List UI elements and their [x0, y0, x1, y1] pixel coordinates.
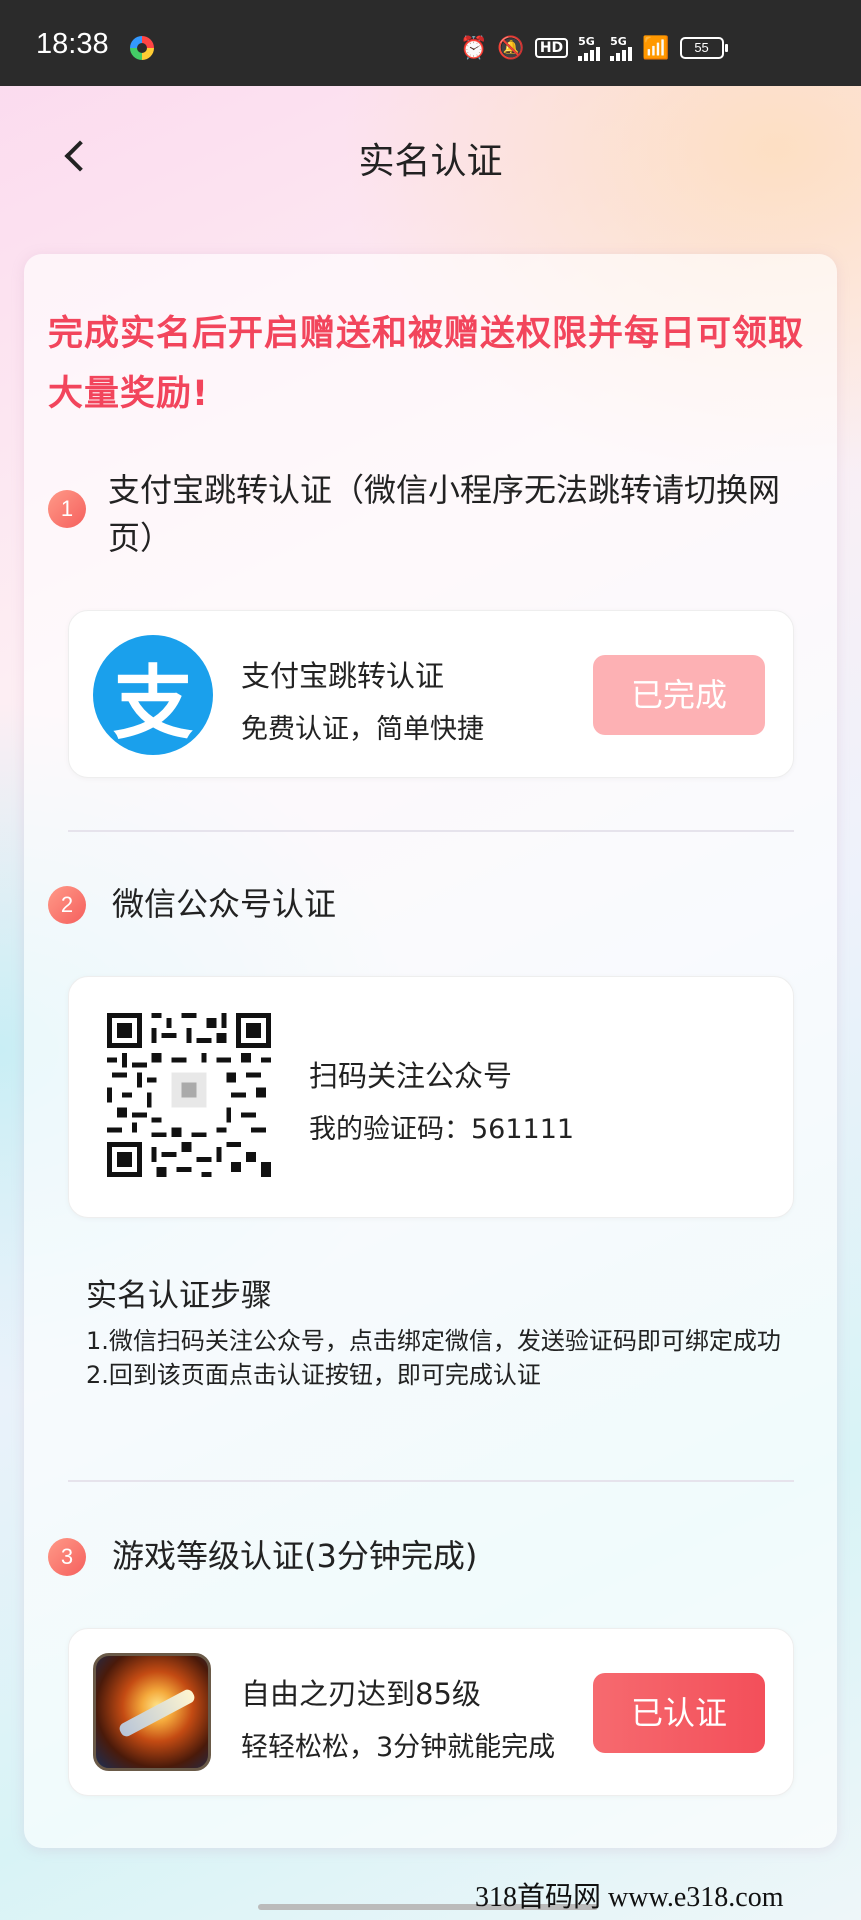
alipay-item-title: 支付宝跳转认证 — [241, 659, 445, 693]
verification-card: 完成实名后开启赠送和被赠送权限并每日可领取大量奖励! 1 支付宝跳转认证（微信小… — [24, 254, 837, 1848]
watermark: 318首码网 www.e318.com — [475, 1882, 784, 1913]
step-1-title: 支付宝跳转认证（微信小程序无法跳转请切换网页） — [108, 471, 781, 557]
battery-icon: 55 — [679, 37, 728, 59]
wifi-icon: 📶 — [642, 35, 670, 61]
game-verified-button[interactable]: 已认证 — [593, 1673, 765, 1753]
nav-bar: 实名认证 — [0, 86, 861, 234]
page-title: 实名认证 — [358, 141, 503, 182]
step-3-title: 游戏等级认证(3分钟完成) — [112, 1537, 478, 1575]
steps-heading: 实名认证步骤 — [86, 1278, 272, 1314]
signal-1-icon: 5G — [578, 36, 601, 61]
alarm-icon: ⏰ — [460, 35, 488, 61]
steps-body: 1.微信扫码关注公众号，点击绑定微信，发送验证码即可绑定成功 2.回到该页面点击… — [86, 1324, 786, 1392]
verification-code: 我的验证码：561111 — [309, 1114, 575, 1145]
alipay-item: 支 支付宝跳转认证 免费认证，简单快捷 已完成 — [68, 610, 794, 778]
steps-line-2: 2.回到该页面点击认证按钮，即可完成认证 — [86, 1361, 541, 1389]
hd-icon: HD — [534, 38, 569, 58]
step-2-title: 微信公众号认证 — [112, 885, 337, 923]
signal-2-icon: 5G — [610, 36, 633, 61]
status-icons: ⏰ 🔕 HD 5G 5G 📶 55 — [460, 30, 728, 66]
status-bar: 18:38 ⏰ 🔕 HD 5G 5G 📶 55 — [0, 0, 861, 86]
game-level-item: 自由之刃达到85级 轻轻松松，3分钟就能完成 已认证 — [68, 1628, 794, 1796]
step-1-badge: 1 — [48, 490, 86, 528]
reward-banner: 完成实名后开启赠送和被赠送权限并每日可领取大量奖励! — [48, 314, 805, 414]
alipay-item-subtitle: 免费认证，简单快捷 — [241, 714, 484, 745]
divider — [68, 830, 794, 832]
alipay-done-button[interactable]: 已完成 — [593, 655, 765, 735]
game-item-title: 自由之刃达到85级 — [241, 1677, 481, 1711]
alipay-logo: 支 — [93, 635, 213, 755]
step-3-badge: 3 — [48, 1538, 86, 1576]
steps-line-1: 1.微信扫码关注公众号，点击绑定微信，发送验证码即可绑定成功 — [86, 1327, 781, 1355]
divider — [68, 1480, 794, 1482]
mute-bell-icon: 🔕 — [497, 35, 525, 61]
clock: 18:38 — [36, 28, 109, 60]
wechat-qr-item: 扫码关注公众号 我的验证码：561111 — [68, 976, 794, 1218]
app-notification-icon — [130, 36, 154, 60]
step-2-badge: 2 — [48, 886, 86, 924]
game-item-subtitle: 轻轻松松，3分钟就能完成 — [241, 1732, 556, 1763]
qr-code — [107, 1013, 271, 1177]
qr-item-title: 扫码关注公众号 — [309, 1059, 513, 1093]
game-icon — [93, 1653, 211, 1771]
